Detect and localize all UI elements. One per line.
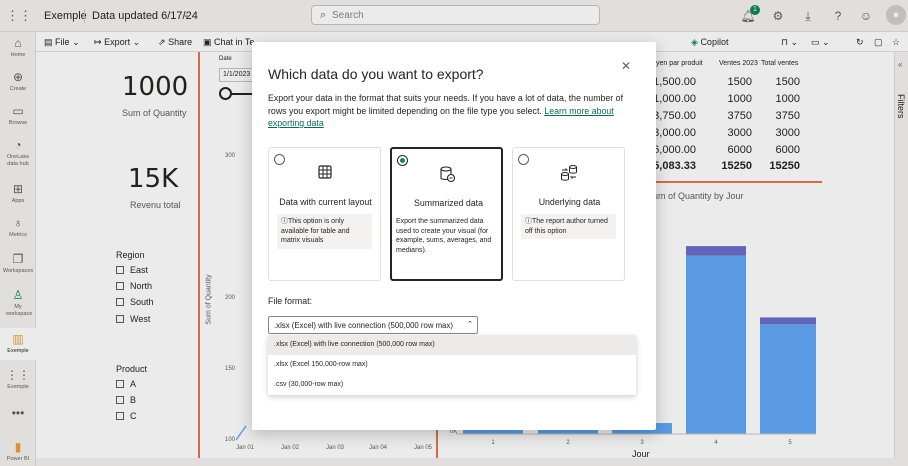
close-icon[interactable]: ✕ — [618, 58, 634, 74]
dialog-title: Which data do you want to export? — [268, 66, 484, 82]
format-option-xlsx[interactable]: .xlsx (Excel 150,000-row max) — [268, 355, 636, 375]
note-text: This option is only available for table … — [281, 218, 350, 244]
data-transform-icon — [513, 164, 624, 186]
note-text: The report author turned off this option — [525, 218, 608, 235]
file-format-value: .xlsx (Excel) with live connection (500,… — [274, 321, 453, 330]
option-note: ⓘThe report author turned off this optio… — [521, 214, 616, 239]
format-option-csv[interactable]: .csv (30,000-row max) — [268, 375, 636, 395]
chevron-up-icon: ⌃ — [467, 321, 473, 328]
info-icon: ⓘ — [281, 218, 288, 225]
option-underlying-data[interactable]: Underlying data ⓘThe report author turne… — [512, 147, 625, 281]
option-title: Summarized data — [414, 198, 483, 208]
database-icon — [392, 165, 501, 187]
file-format-label: File format: — [268, 296, 312, 306]
table-icon — [269, 164, 380, 184]
info-icon: ⓘ — [525, 218, 532, 225]
dialog-description: Export your data in the format that suit… — [268, 92, 628, 130]
option-note: ⓘThis option is only available for table… — [277, 214, 372, 249]
option-title: Underlying data — [538, 197, 601, 207]
file-format-dropdown: .xlsx (Excel) with live connection (500,… — [268, 335, 636, 395]
option-title: Data with current layout — [279, 197, 372, 207]
file-format-select[interactable]: .xlsx (Excel) with live connection (500,… — [268, 316, 478, 334]
export-dialog: Which data do you want to export? ✕ Expo… — [252, 42, 656, 430]
option-summarized-data[interactable]: Summarized data Export the summarized da… — [390, 147, 503, 281]
format-option-xlsx-live[interactable]: .xlsx (Excel) with live connection (500,… — [268, 335, 636, 355]
option-current-layout[interactable]: Data with current layout ⓘThis option is… — [268, 147, 381, 281]
option-description: Export the summarized data used to creat… — [396, 218, 492, 254]
